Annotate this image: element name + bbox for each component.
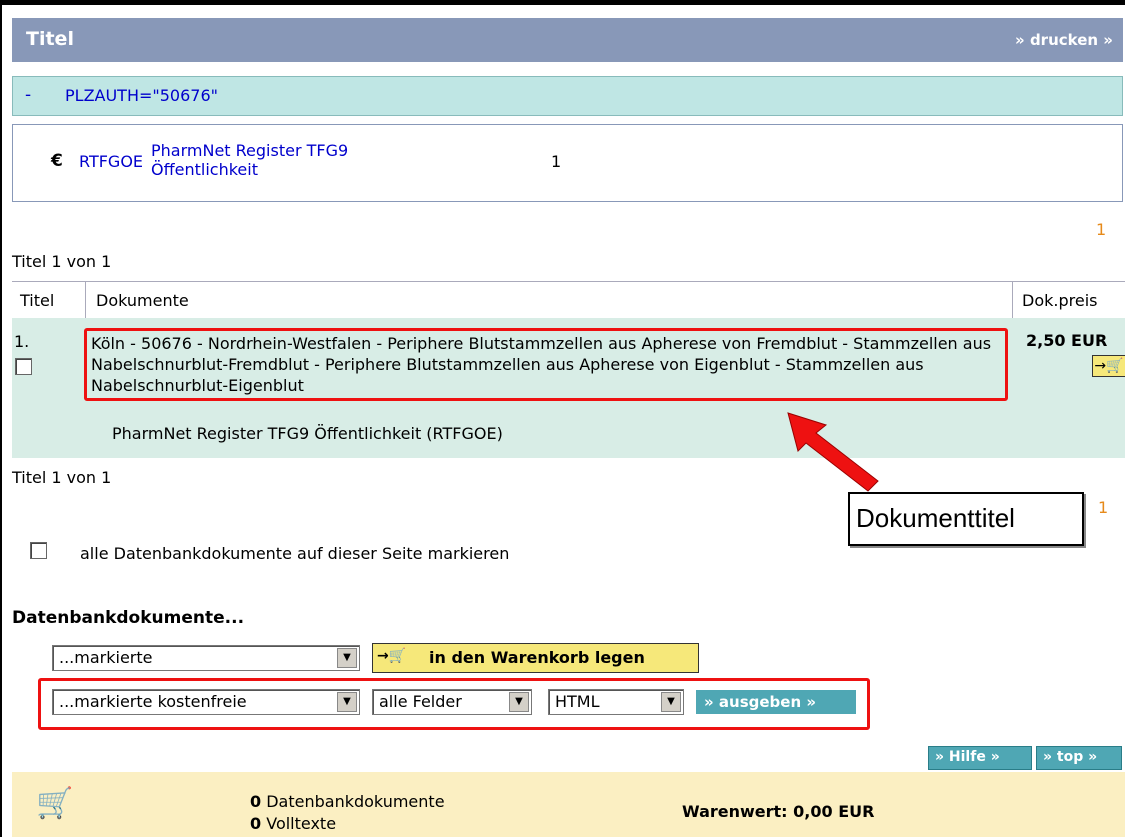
result-summary: Titel 1 von 1 bbox=[12, 252, 112, 271]
help-label: » Hilfe » bbox=[935, 749, 1000, 765]
annotation-callout: Dokumenttitel bbox=[848, 492, 1084, 546]
column-header-preis: Dok.preis bbox=[1022, 291, 1098, 310]
mark-all-label: alle Datenbankdokumente auf dieser Seite… bbox=[80, 544, 510, 563]
format-select-value: HTML bbox=[555, 692, 600, 711]
callout-label: Dokumenttitel bbox=[856, 503, 1015, 533]
top-button[interactable]: » top » bbox=[1036, 746, 1122, 770]
database-name-line1: PharmNet Register TFG9 bbox=[151, 141, 349, 160]
database-code-link[interactable]: RTFGOE bbox=[79, 152, 143, 171]
column-divider bbox=[1012, 282, 1013, 318]
column-divider bbox=[85, 282, 86, 318]
output-button-label: » ausgeben » bbox=[704, 693, 817, 711]
db-docs-count: 0 Datenbankdokumente bbox=[250, 792, 445, 811]
marked-select-value: ...markierte bbox=[59, 648, 153, 667]
fulltext-count: 0 Volltexte bbox=[250, 814, 336, 833]
actions-title: Datenbankdokumente... bbox=[12, 608, 245, 628]
chevron-down-icon[interactable]: ▼ bbox=[509, 692, 529, 712]
row-number: 1. bbox=[14, 332, 30, 351]
fulltext-count-label: Volltexte bbox=[266, 814, 337, 833]
mark-all-checkbox[interactable] bbox=[30, 542, 47, 559]
page-link-bottom[interactable]: 1 bbox=[1098, 498, 1108, 517]
red-arrow-icon bbox=[787, 412, 879, 492]
help-button[interactable]: » Hilfe » bbox=[928, 746, 1032, 770]
euro-icon: € bbox=[51, 151, 63, 171]
add-to-cart-button[interactable]: →🛒 in den Warenkorb legen bbox=[372, 643, 699, 673]
column-header-dokumente: Dokumente bbox=[96, 291, 189, 310]
collapse-toggle[interactable]: - bbox=[25, 85, 31, 105]
cart-summary: 🛒 0 Datenbankdokumente 0 Volltexte Waren… bbox=[12, 772, 1125, 837]
chevron-down-icon[interactable]: ▼ bbox=[661, 692, 681, 712]
window-border bbox=[0, 0, 1125, 5]
cart-value: Warenwert: 0,00 EUR bbox=[682, 802, 875, 821]
database-name-link[interactable]: PharmNet Register TFG9 Öffentlichkeit bbox=[151, 141, 348, 179]
query-bar: - PLZAUTH="50676" bbox=[12, 76, 1123, 116]
document-source: PharmNet Register TFG9 Öffentlichkeit (R… bbox=[112, 424, 503, 443]
free-marked-select[interactable]: ...markierte kostenfreie ▼ bbox=[52, 689, 360, 715]
column-header-titel: Titel bbox=[20, 291, 55, 310]
hit-count: 1 bbox=[551, 152, 562, 171]
chevron-down-icon[interactable]: ▼ bbox=[337, 692, 357, 712]
add-to-cart-icon[interactable]: →🛒 bbox=[1092, 355, 1125, 377]
top-label: » top » bbox=[1043, 749, 1098, 765]
document-price: 2,50 EUR bbox=[1026, 331, 1108, 350]
db-count-label: Datenbankdokumente bbox=[266, 792, 445, 811]
add-to-cart-label: in den Warenkorb legen bbox=[429, 648, 645, 667]
table-row: 1. Köln - 50676 - Nordrhein-Westfalen - … bbox=[12, 318, 1125, 458]
database-summary: € RTFGOE PharmNet Register TFG9 Öffentli… bbox=[12, 124, 1123, 202]
page-title: Titel bbox=[26, 28, 74, 50]
fields-select-value: alle Felder bbox=[379, 692, 462, 711]
format-select[interactable]: HTML ▼ bbox=[548, 689, 684, 715]
query-text[interactable]: PLZAUTH="50676" bbox=[65, 86, 218, 105]
title-bar: Titel » drucken » bbox=[12, 18, 1123, 62]
chevron-down-icon[interactable]: ▼ bbox=[337, 648, 357, 668]
fields-select[interactable]: alle Felder ▼ bbox=[372, 689, 532, 715]
page-link[interactable]: 1 bbox=[1096, 220, 1106, 239]
database-name-line2: Öffentlichkeit bbox=[151, 160, 258, 179]
cart-arrow-icon: →🛒 bbox=[377, 648, 407, 664]
table-header: Titel Dokumente Dok.preis bbox=[12, 281, 1125, 319]
print-link[interactable]: » drucken » bbox=[1015, 31, 1113, 49]
result-summary-bottom: Titel 1 von 1 bbox=[12, 468, 112, 487]
row-checkbox[interactable] bbox=[15, 358, 32, 375]
marked-select[interactable]: ...markierte ▼ bbox=[52, 645, 360, 671]
free-marked-select-value: ...markierte kostenfreie bbox=[59, 692, 247, 711]
document-title-link[interactable]: Köln - 50676 - Nordrhein-Westfalen - Per… bbox=[84, 328, 1008, 401]
page: Titel » drucken » - PLZAUTH="50676" € RT… bbox=[0, 0, 1125, 837]
window-border bbox=[0, 0, 2, 837]
fulltext-count-value: 0 bbox=[250, 814, 262, 833]
output-button[interactable]: » ausgeben » bbox=[696, 690, 856, 714]
db-count-value: 0 bbox=[250, 792, 262, 811]
shopping-cart-icon[interactable]: 🛒 bbox=[36, 786, 73, 821]
